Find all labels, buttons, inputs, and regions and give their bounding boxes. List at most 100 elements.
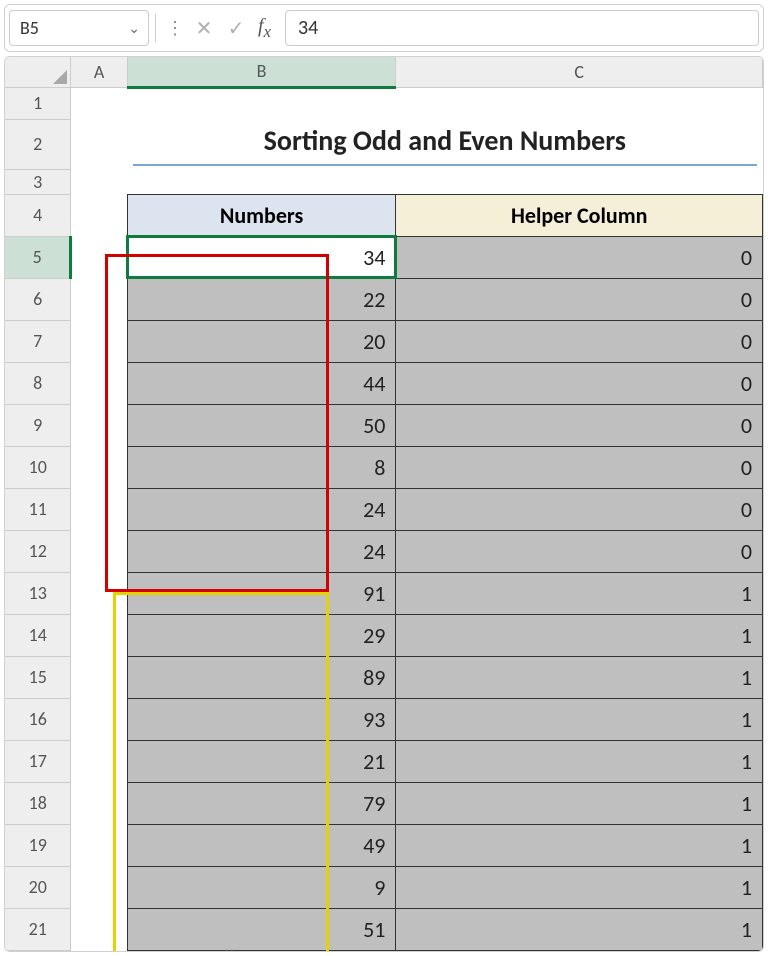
cell[interactable]	[71, 194, 127, 236]
row-header-12[interactable]: 12	[5, 530, 71, 572]
helper-cell[interactable]: 0	[396, 446, 763, 488]
row-header-4[interactable]: 4	[5, 194, 71, 236]
numbers-cell[interactable]: 9	[127, 866, 396, 908]
numbers-cell[interactable]: 44	[127, 362, 396, 404]
cell[interactable]	[71, 824, 127, 866]
row-header-14[interactable]: 14	[5, 614, 71, 656]
row-header-21[interactable]: 21	[5, 908, 71, 950]
cell[interactable]	[71, 236, 127, 278]
numbers-cell[interactable]: 24	[127, 530, 396, 572]
row-header-9[interactable]: 9	[5, 404, 71, 446]
numbers-cell[interactable]: 24	[127, 488, 396, 530]
numbers-cell[interactable]: 20	[127, 320, 396, 362]
numbers-cell[interactable]: 50	[127, 404, 396, 446]
cell[interactable]	[71, 87, 127, 119]
cell[interactable]	[71, 530, 127, 572]
row-header-16[interactable]: 16	[5, 698, 71, 740]
cell[interactable]	[71, 362, 127, 404]
cell[interactable]	[71, 908, 127, 950]
cell[interactable]	[71, 404, 127, 446]
numbers-cell[interactable]: 89	[127, 656, 396, 698]
numbers-cell[interactable]: 8	[127, 446, 396, 488]
row-header-13[interactable]: 13	[5, 572, 71, 614]
row-header-5[interactable]: 5	[5, 236, 71, 278]
cell[interactable]	[396, 169, 763, 194]
formula-value: 34	[298, 16, 318, 40]
col-header-a[interactable]: A	[71, 57, 127, 87]
page-title: Sorting Odd and Even Numbers	[133, 123, 756, 166]
row-header-15[interactable]: 15	[5, 656, 71, 698]
formula-input[interactable]: 34	[285, 10, 759, 46]
header-helper[interactable]: Helper Column	[396, 194, 763, 236]
formula-bar: B5 ⌄ ⋮ ✕ ✓ fx 34	[4, 4, 764, 52]
kebab-icon[interactable]: ⋮	[162, 17, 188, 39]
cell[interactable]	[71, 446, 127, 488]
cancel-icon[interactable]: ✕	[188, 16, 220, 41]
numbers-cell[interactable]: 51	[127, 908, 396, 950]
helper-cell[interactable]: 0	[396, 236, 763, 278]
header-numbers[interactable]: Numbers	[127, 194, 396, 236]
cell[interactable]	[71, 782, 127, 824]
chevron-down-icon[interactable]: ⌄	[128, 20, 140, 37]
numbers-cell[interactable]: 93	[127, 698, 396, 740]
numbers-cell[interactable]: 79	[127, 782, 396, 824]
select-all-corner[interactable]	[5, 57, 71, 87]
row-header-17[interactable]: 17	[5, 740, 71, 782]
helper-cell[interactable]: 0	[396, 362, 763, 404]
numbers-cell[interactable]: 91	[127, 572, 396, 614]
col-header-c[interactable]: C	[396, 57, 763, 87]
helper-cell[interactable]: 1	[396, 908, 763, 950]
cell[interactable]	[71, 169, 127, 194]
cell[interactable]	[71, 488, 127, 530]
separator	[155, 14, 156, 42]
row-header-7[interactable]: 7	[5, 320, 71, 362]
helper-cell[interactable]: 1	[396, 782, 763, 824]
cell[interactable]	[396, 87, 763, 119]
helper-cell[interactable]: 1	[396, 656, 763, 698]
helper-cell[interactable]: 1	[396, 614, 763, 656]
row-header-20[interactable]: 20	[5, 866, 71, 908]
cell[interactable]	[127, 87, 396, 119]
row-header-3[interactable]: 3	[5, 169, 71, 194]
fx-icon[interactable]: fx	[252, 15, 277, 42]
helper-cell[interactable]: 1	[396, 866, 763, 908]
title-cell[interactable]: Sorting Odd and Even Numbers	[127, 119, 762, 169]
numbers-cell[interactable]: 34	[127, 236, 396, 278]
row-header-8[interactable]: 8	[5, 362, 71, 404]
row-header-18[interactable]: 18	[5, 782, 71, 824]
helper-cell[interactable]: 1	[396, 824, 763, 866]
numbers-cell[interactable]: 21	[127, 740, 396, 782]
row-header-11[interactable]: 11	[5, 488, 71, 530]
helper-cell[interactable]: 0	[396, 488, 763, 530]
helper-cell[interactable]: 0	[396, 530, 763, 572]
helper-cell[interactable]: 0	[396, 278, 763, 320]
helper-cell[interactable]: 0	[396, 404, 763, 446]
numbers-cell[interactable]: 29	[127, 614, 396, 656]
spreadsheet-grid[interactable]: A B C 1 2 Sorting Odd and Even Numbers 3…	[4, 56, 764, 952]
cell[interactable]	[71, 740, 127, 782]
cell[interactable]	[71, 698, 127, 740]
helper-cell[interactable]: 1	[396, 698, 763, 740]
row-header-1[interactable]: 1	[5, 87, 71, 119]
cell[interactable]	[71, 320, 127, 362]
helper-cell[interactable]: 0	[396, 320, 763, 362]
cell[interactable]	[71, 614, 127, 656]
row-header-2[interactable]: 2	[5, 119, 71, 169]
numbers-cell[interactable]: 49	[127, 824, 396, 866]
row-header-6[interactable]: 6	[5, 278, 71, 320]
name-box[interactable]: B5 ⌄	[9, 10, 149, 46]
cell[interactable]	[71, 278, 127, 320]
row-header-10[interactable]: 10	[5, 446, 71, 488]
helper-cell[interactable]: 1	[396, 572, 763, 614]
cell[interactable]	[71, 572, 127, 614]
cell[interactable]	[71, 119, 127, 169]
cell[interactable]	[127, 169, 396, 194]
helper-cell[interactable]: 1	[396, 740, 763, 782]
accept-icon[interactable]: ✓	[220, 16, 252, 41]
cell[interactable]	[71, 656, 127, 698]
cell[interactable]	[71, 866, 127, 908]
name-box-value: B5	[20, 17, 39, 39]
numbers-cell[interactable]: 22	[127, 278, 396, 320]
row-header-19[interactable]: 19	[5, 824, 71, 866]
col-header-b[interactable]: B	[127, 57, 396, 87]
